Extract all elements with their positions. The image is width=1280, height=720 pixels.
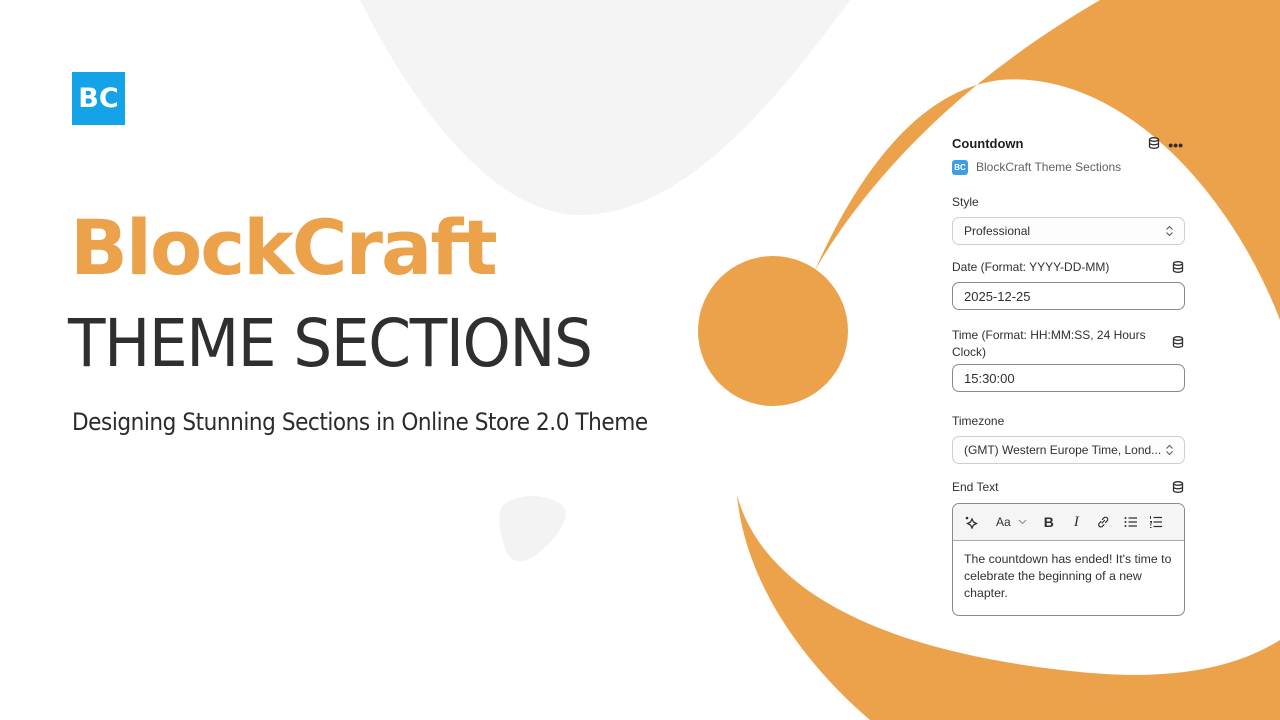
style-select[interactable]: Professional <box>952 217 1185 245</box>
more-options-icon[interactable]: ••• <box>1168 138 1183 152</box>
gray-blob-top <box>360 0 850 215</box>
style-value: Professional <box>964 224 1031 238</box>
sparkle-icon[interactable] <box>963 512 979 532</box>
select-chevrons-icon <box>1166 444 1173 456</box>
panel-header: Countdown ••• <box>946 130 1191 154</box>
time-value: 15:30:00 <box>964 370 1015 386</box>
select-chevrons-icon <box>1166 225 1173 237</box>
app-name: BlockCraft Theme Sections <box>976 160 1122 174</box>
text-format-button[interactable]: Aa <box>996 512 1027 532</box>
countdown-settings-panel: Countdown ••• BC BlockCraft Theme Sectio… <box>946 130 1191 616</box>
date-value: 2025-12-25 <box>964 288 1031 304</box>
hero-subtitle: THEME SECTIONS <box>68 305 593 382</box>
date-field: Date (Format: YYYY-DD-MM) 2025-12-25 <box>952 259 1185 310</box>
database-icon[interactable] <box>1148 136 1160 154</box>
orange-circle <box>698 256 848 406</box>
time-input[interactable]: 15:30:00 <box>952 364 1185 392</box>
style-field: Style Professional <box>952 194 1185 245</box>
bullet-list-icon[interactable] <box>1124 512 1138 532</box>
panel-title: Countdown <box>952 136 1024 151</box>
end-text-label: End Text <box>952 480 999 494</box>
database-icon[interactable] <box>1172 336 1184 348</box>
bold-button[interactable]: B <box>1044 512 1054 532</box>
numbered-list-icon[interactable] <box>1149 512 1163 532</box>
editor-toolbar: Aa B I <box>953 504 1184 541</box>
format-label: Aa <box>996 515 1011 529</box>
link-icon[interactable] <box>1096 512 1110 532</box>
hero-tagline: Designing Stunning Sections in Online St… <box>72 408 648 436</box>
timezone-label: Timezone <box>952 414 1005 428</box>
gray-pebble <box>499 495 566 562</box>
style-label: Style <box>952 195 979 209</box>
timezone-value: (GMT) Western Europe Time, Lond... <box>964 443 1162 457</box>
chevron-down-icon <box>1018 519 1027 525</box>
time-label: Time (Format: HH:MM:SS, 24 Hours Clock) <box>952 328 1146 359</box>
end-text-field: End Text Aa B I The countdown has ended!… <box>952 479 1185 616</box>
database-icon[interactable] <box>1172 261 1184 273</box>
date-label: Date (Format: YYYY-DD-MM) <box>952 260 1110 274</box>
end-text-editor: Aa B I The countdown has ended! It's tim… <box>952 503 1185 616</box>
app-source: BC BlockCraft Theme Sections <box>952 159 1191 175</box>
italic-button[interactable]: I <box>1074 512 1079 532</box>
end-text-content[interactable]: The countdown has ended! It's time to ce… <box>953 541 1184 615</box>
timezone-select[interactable]: (GMT) Western Europe Time, Lond... <box>952 436 1185 464</box>
time-field: Time (Format: HH:MM:SS, 24 Hours Clock) … <box>952 327 1185 392</box>
timezone-field: Timezone (GMT) Western Europe Time, Lond… <box>952 413 1185 464</box>
date-input[interactable]: 2025-12-25 <box>952 282 1185 310</box>
brand-logo: BC <box>72 72 125 125</box>
app-badge-icon: BC <box>952 159 968 175</box>
hero-title: BlockCraft <box>70 203 498 292</box>
database-icon[interactable] <box>1172 481 1184 493</box>
